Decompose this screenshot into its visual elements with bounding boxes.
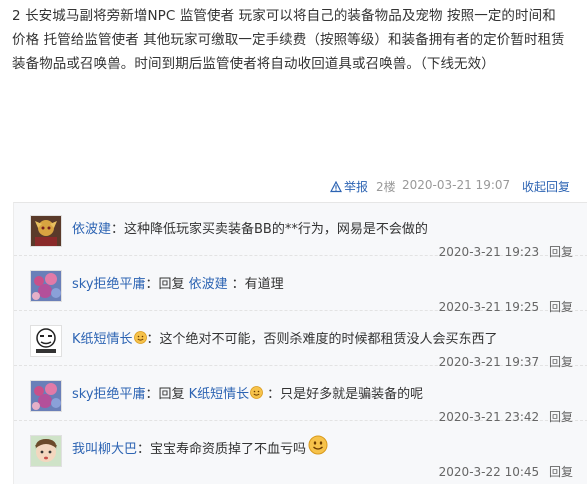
avatar-icon[interactable] [30,435,62,467]
report-link[interactable]: 举报 [330,178,368,195]
post-line: 价格 托管给监管使者 其他玩家可缴取一定手续费（按照等级）和装备拥有者的定价暂时… [12,32,565,48]
floor-number: 2楼 [376,180,396,194]
reply-list: 依波建 ：这种降低玩家买卖装备BB的**行为，网易是不会做的 2020-3-21… [13,202,587,484]
post-time: 2020-03-21 19:07 [402,178,511,192]
post-meta: 举报 2楼 2020-03-21 19:07 收起回复 [0,178,587,196]
reply-item: K纸短情长 ：这个绝对不可能，否则杀难度的时候都租赁没人会买东西了 2020-3… [14,313,587,369]
reply-content: sky拒绝平庸 ：回复 K纸短情长 ：只是好多就是骗装备的呢 [72,383,423,402]
reply-time: 2020-3-21 19:23 [438,245,540,259]
reply-username[interactable]: 依波建 [72,218,111,237]
reply-username[interactable]: K纸短情长 [72,328,133,347]
post-content: 2 长安城马副将旁新增NPC 监管使者 玩家可以将自己的装备物品及宠物 按照一定… [12,4,582,76]
reply-time: 2020-3-22 10:45 [438,465,540,479]
reply-button[interactable]: 回复 [549,300,573,314]
smile-emoji-icon [250,386,263,399]
smile-emoji-icon [133,331,147,344]
reply-mention[interactable]: K纸短情长 [189,383,250,402]
reply-button[interactable]: 回复 [549,410,573,424]
reply-text: ：这个绝对不可能，否则杀难度的时候都租赁没人会买东西了 [146,332,498,347]
reply-button[interactable]: 回复 [549,355,573,369]
avatar-icon[interactable] [30,215,62,247]
reply-time: 2020-3-21 19:25 [438,300,540,314]
reply-text: ：这种降低玩家买卖装备BB的**行为，网易是不会做的 [111,222,428,237]
reply-button[interactable]: 回复 [549,245,573,259]
reply-prefix: ：回复 [145,277,185,292]
reply-button[interactable]: 回复 [549,465,573,479]
reply-username[interactable]: sky拒绝平庸 [72,273,146,292]
reply-item: sky拒绝平庸 ：回复 K纸短情长 ：只是好多就是骗装备的呢 2020-3-21… [14,368,587,424]
reply-meta: 2020-3-22 10:45 回复 [439,463,573,480]
avatar-icon[interactable] [30,380,62,412]
smile-emoji-icon [308,435,328,454]
warning-icon [330,180,342,192]
reply-item: 我叫柳大巴 ：宝宝寿命资质掉了不血亏吗 2020-3-22 10:45 回复 [14,423,587,479]
reply-mention[interactable]: 依波建 [189,273,228,292]
reply-text: ：宝宝寿命资质掉了不血亏吗 [137,442,307,457]
reply-text: ：有道理 [231,277,284,292]
reply-content: 依波建 ：这种降低玩家买卖装备BB的**行为，网易是不会做的 [72,218,428,237]
avatar-icon[interactable] [30,325,62,357]
reply-prefix: ：回复 [145,387,185,402]
collapse-replies-link[interactable]: 收起回复 [522,178,570,195]
reply-item: 依波建 ：这种降低玩家买卖装备BB的**行为，网易是不会做的 2020-3-21… [14,203,587,259]
reply-content: sky拒绝平庸 ：回复 依波建 ：有道理 [72,273,284,292]
report-label: 举报 [344,180,369,194]
post-line: 装备物品或召唤兽。时间到期后监管使者将自动收回道具或召唤兽。（下线无效） [12,56,495,72]
reply-time: 2020-3-21 23:42 [438,410,540,424]
reply-content: K纸短情长 ：这个绝对不可能，否则杀难度的时候都租赁没人会买东西了 [72,328,498,347]
reply-username[interactable]: sky拒绝平庸 [72,383,146,402]
reply-username[interactable]: 我叫柳大巴 [72,438,137,457]
reply-item: sky拒绝平庸 ：回复 依波建 ：有道理 2020-3-21 19:25 回复 [14,258,587,314]
reply-text: ：只是好多就是骗装备的呢 [267,387,424,402]
reply-time: 2020-3-21 19:37 [438,355,540,369]
post-line: 2 长安城马副将旁新增NPC 监管使者 玩家可以将自己的装备物品及宠物 按照一定… [12,8,556,24]
avatar-icon[interactable] [30,270,62,302]
reply-content: 我叫柳大巴 ：宝宝寿命资质掉了不血亏吗 [72,435,328,457]
